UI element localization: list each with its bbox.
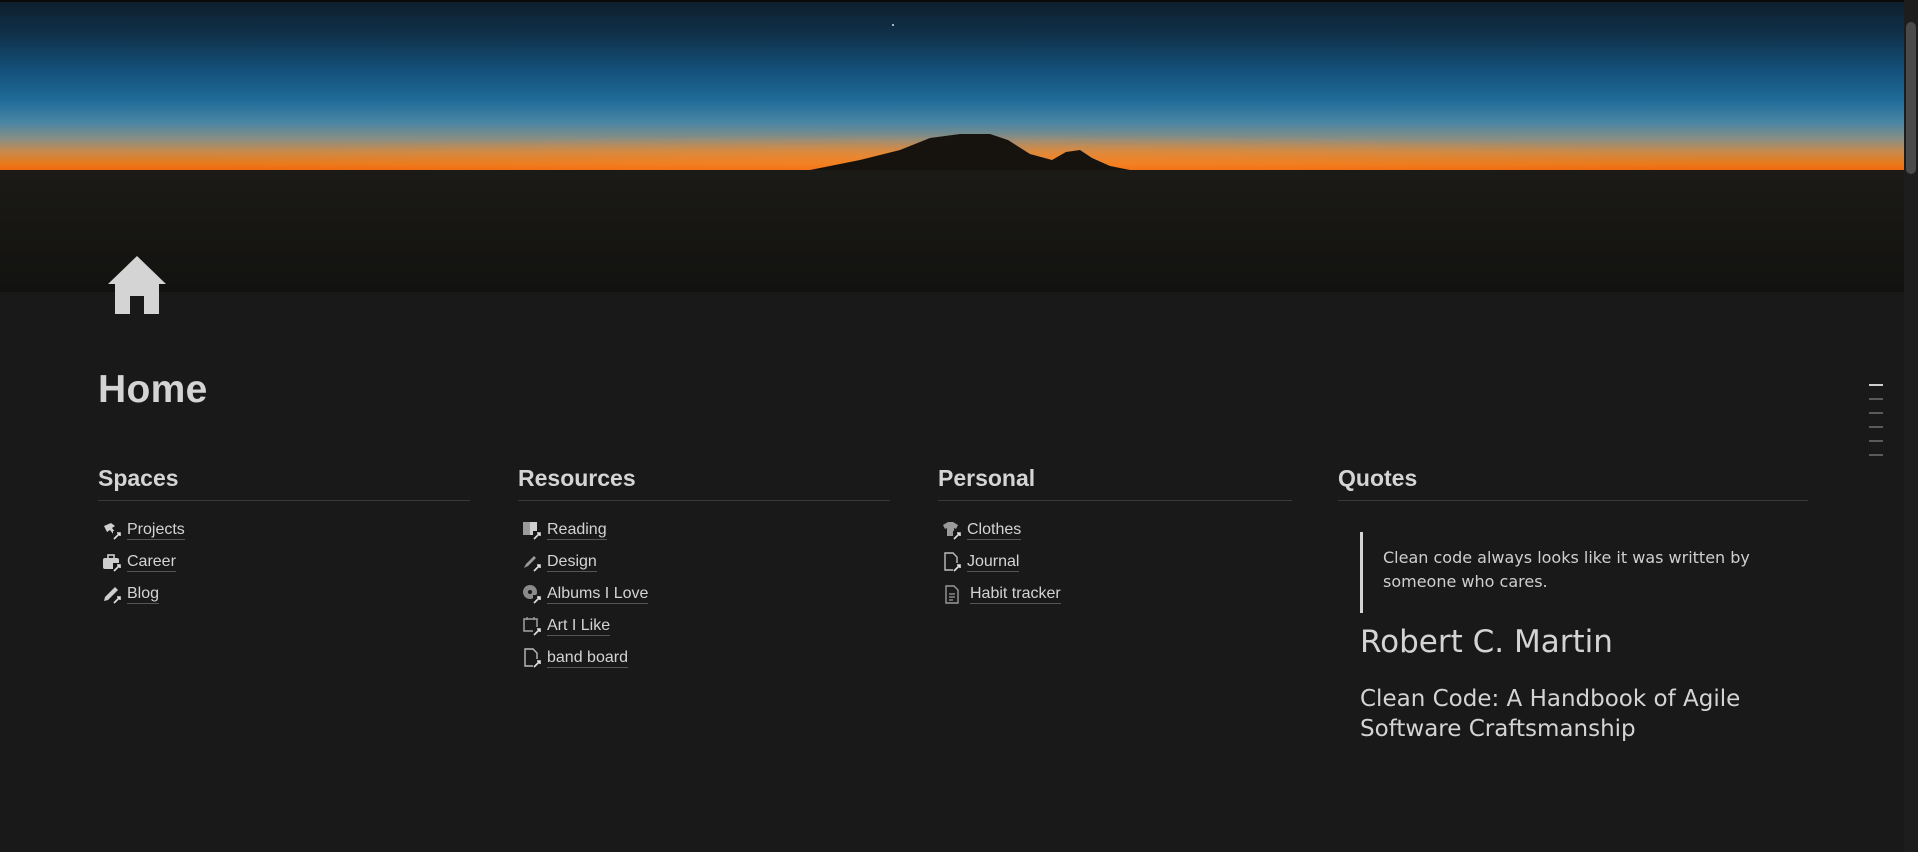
quote-author[interactable]: Robert C. Martin (1360, 624, 1613, 660)
quotes-heading: Quotes (1338, 460, 1808, 501)
hammer-link-icon (104, 522, 122, 540)
cover-mountain-silhouette (0, 24, 1918, 292)
link-label: Reading (547, 521, 607, 540)
link-label: Albums I Love (547, 585, 649, 604)
resources-link-list: Reading Design Albums I Love Art I Like … (522, 514, 890, 674)
link-band-board[interactable]: band board (522, 642, 890, 674)
spaces-heading: Spaces (98, 460, 470, 501)
link-albums[interactable]: Albums I Love (522, 578, 890, 610)
quote-source[interactable]: Clean Code: A Handbook of Agile Software… (1360, 684, 1760, 744)
outline-tick[interactable] (1869, 412, 1883, 414)
shirt-link-icon (943, 521, 962, 540)
scrollbar-track[interactable] (1904, 0, 1918, 852)
outline-tick[interactable] (1869, 426, 1883, 428)
link-blog[interactable]: Blog (102, 578, 470, 610)
spaces-link-list: Projects Career Blog (102, 514, 470, 610)
brush-link-icon (524, 555, 542, 572)
pen-link-icon (104, 586, 122, 604)
document-link-icon (524, 647, 542, 668)
link-habit-tracker[interactable]: Habit tracker (942, 578, 1292, 610)
document-icon (945, 584, 959, 604)
scrollbar-thumb[interactable] (1906, 22, 1916, 174)
resources-heading: Resources (518, 460, 890, 501)
cover-image[interactable] (0, 0, 1918, 292)
link-career[interactable]: Career (102, 546, 470, 578)
link-journal[interactable]: Journal (942, 546, 1292, 578)
frame-link-icon (523, 616, 542, 636)
link-label: Projects (127, 521, 185, 540)
outline-tick[interactable] (1869, 440, 1883, 442)
link-label: Habit tracker (970, 585, 1061, 604)
personal-column: Personal Clothes Journal Habit tracker (938, 460, 1292, 610)
link-label: Clothes (967, 521, 1022, 540)
link-label: Career (127, 553, 176, 572)
link-reading[interactable]: Reading (522, 514, 890, 546)
page-title[interactable]: Home (98, 368, 208, 412)
link-art[interactable]: Art I Like (522, 610, 890, 642)
quote-text[interactable]: Clean code always looks like it was writ… (1360, 532, 1780, 613)
outline-tick[interactable] (1869, 384, 1883, 386)
link-label: Blog (127, 585, 160, 604)
link-label: band board (547, 649, 628, 668)
link-label: Art I Like (547, 617, 611, 636)
link-label: Design (547, 553, 597, 572)
link-clothes[interactable]: Clothes (942, 514, 1292, 546)
outline-tick[interactable] (1869, 398, 1883, 400)
page-outline[interactable] (1869, 384, 1885, 468)
link-label: Journal (967, 553, 1020, 572)
spaces-column: Spaces Projects Career Blog (98, 460, 470, 610)
link-projects[interactable]: Projects (102, 514, 470, 546)
briefcase-link-icon (103, 553, 122, 572)
document-link-icon (944, 551, 962, 572)
book-link-icon (523, 521, 542, 540)
personal-heading: Personal (938, 460, 1292, 501)
link-design[interactable]: Design (522, 546, 890, 578)
notion-page: Home Spaces Projects Career Blog Resourc… (0, 0, 1918, 852)
resources-column: Resources Reading Design Albums I Love A… (518, 460, 890, 674)
house-icon[interactable] (106, 254, 168, 316)
quotes-column: Quotes (1338, 460, 1808, 501)
outline-tick[interactable] (1869, 454, 1883, 456)
personal-link-list: Clothes Journal Habit tracker (942, 514, 1292, 610)
disc-link-icon (523, 584, 542, 604)
